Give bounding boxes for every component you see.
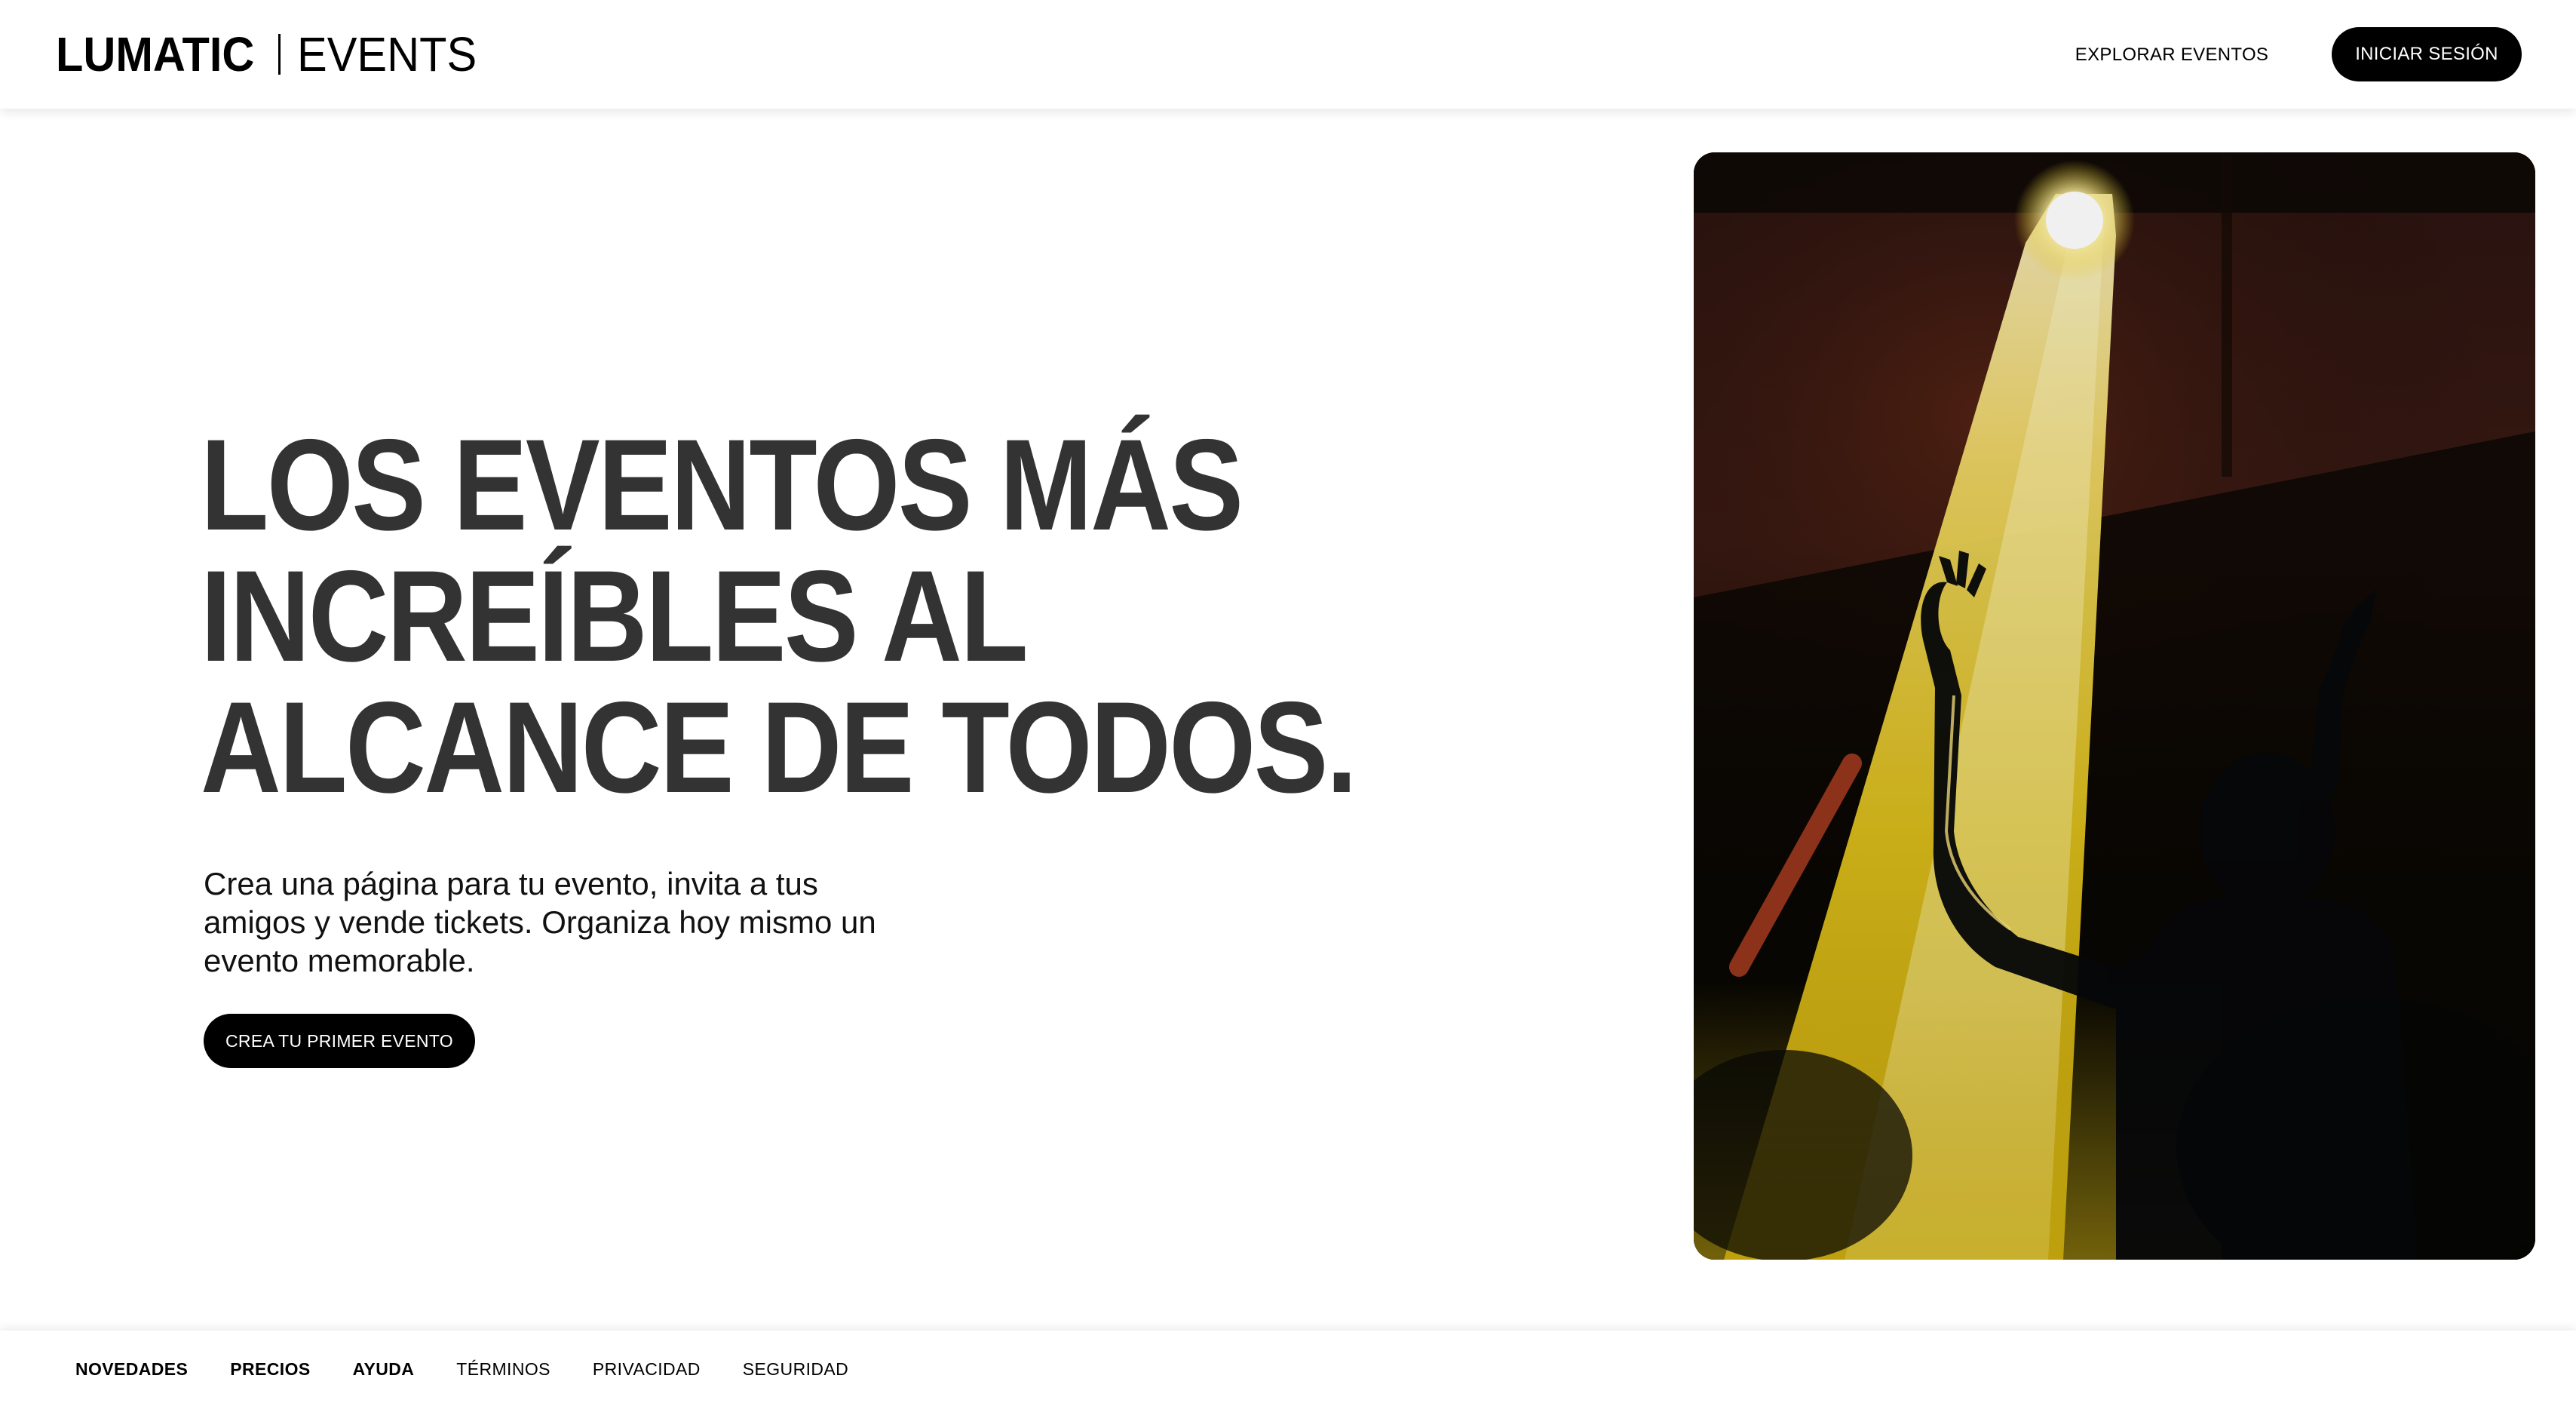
hero-title-line: LOS EVENTOS MÁS (201, 413, 1244, 557)
create-first-event-button[interactable]: CREA TU PRIMER EVENTO (204, 1014, 475, 1068)
footer-link-ayuda[interactable]: AYUDA (353, 1358, 415, 1380)
hero-title-line: ALCANCE DE TODOS. (201, 675, 1357, 820)
brand-logo[interactable]: LUMATIC EVENTS (56, 23, 490, 86)
brand-product: EVENTS (297, 27, 477, 81)
hero-subtitle: Crea una página para tu evento, invita a… (204, 866, 876, 978)
login-button[interactable]: INICIAR SESIÓN (2332, 27, 2522, 81)
page-footer: NOVEDADES PRECIOS AYUDA TÉRMINOS PRIVACIDAD S… (0, 1331, 2576, 1406)
footer-link-novedades[interactable]: NOVEDADES (75, 1358, 188, 1380)
footer-nav: NOVEDADES PRECIOS AYUDA TÉRMINOS PRIVACIDAD S… (75, 1358, 891, 1380)
brand-name: LUMATIC (56, 27, 255, 81)
explore-events-link[interactable]: EXPLORAR EVENTOS (2066, 38, 2277, 72)
hero-title-line: INCREÍBLES AL (201, 544, 1029, 689)
logo-divider (278, 34, 281, 75)
top-header: LUMATIC EVENTS EXPLORAR EVENTOS INICIAR … (0, 0, 2576, 109)
hero-title: LOS EVENTOS MÁS INCREÍBLES AL ALCANCE DE… (201, 419, 1437, 813)
footer-link-privacidad[interactable]: PRIVACIDAD (593, 1358, 701, 1380)
footer-link-seguridad[interactable]: SEGURIDAD (743, 1358, 848, 1380)
hero-concert-image (1694, 152, 2535, 1260)
footer-link-precios[interactable]: PRECIOS (230, 1358, 310, 1380)
footer-link-terminos[interactable]: TÉRMINOS (456, 1358, 550, 1380)
